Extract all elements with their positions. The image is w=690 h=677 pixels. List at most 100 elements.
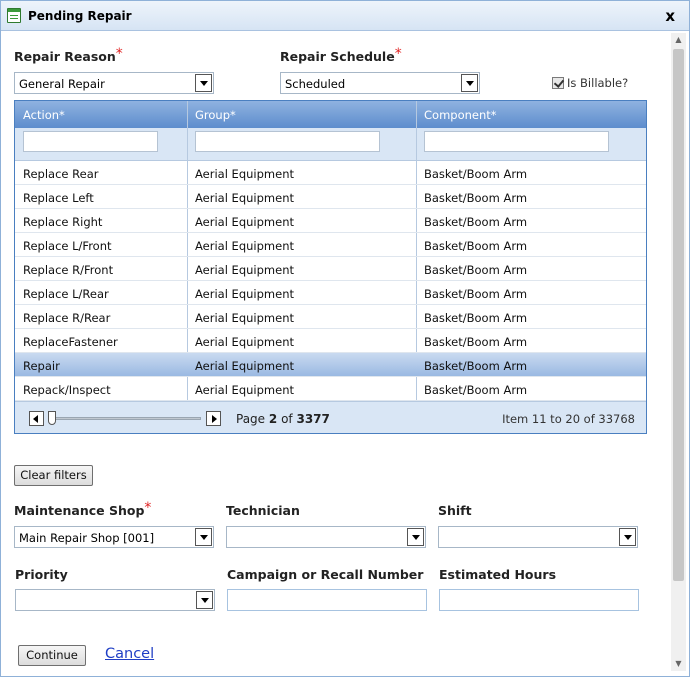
- maintenance-shop-select[interactable]: Main Repair Shop [001]: [14, 526, 214, 548]
- is-billable-checkbox[interactable]: [552, 77, 564, 89]
- form-icon: [7, 8, 21, 23]
- grid-pager: Page 2 of 3377 Item 11 to 20 of 33768: [15, 401, 646, 433]
- grid-header: Action* Group* Component*: [15, 101, 646, 128]
- cell-component: Basket/Boom Arm: [424, 167, 528, 181]
- cell-component: Basket/Boom Arm: [424, 287, 528, 301]
- chevron-down-icon[interactable]: [195, 74, 212, 92]
- table-row[interactable]: Replace Left Aerial Equipment Basket/Boom …: [15, 185, 646, 209]
- cell-action: Repack/Inspect: [23, 383, 111, 397]
- shift-label: Shift: [438, 503, 472, 518]
- repair-schedule-select[interactable]: Scheduled: [280, 72, 480, 94]
- filter-row: [15, 128, 646, 161]
- technician-label: Technician: [226, 503, 300, 518]
- scroll-down-icon[interactable]: ▼: [671, 657, 686, 671]
- cell-action: Replace L/Front: [23, 239, 112, 253]
- table-row[interactable]: Repair Aerial Equipment Basket/Boom Arm: [15, 353, 646, 377]
- cell-component: Basket/Boom Arm: [424, 359, 528, 373]
- column-header-component[interactable]: Component*: [424, 108, 497, 122]
- cell-component: Basket/Boom Arm: [424, 239, 528, 253]
- table-row[interactable]: Repack/Inspect Aerial Equipment Basket/Boo…: [15, 377, 646, 401]
- cell-group: Aerial Equipment: [195, 335, 294, 349]
- chevron-down-icon[interactable]: [461, 74, 478, 92]
- total-pages: 3377: [296, 412, 330, 426]
- cell-component: Basket/Boom Arm: [424, 311, 528, 325]
- cell-group: Aerial Equipment: [195, 263, 294, 277]
- cell-action: Replace Left: [23, 191, 94, 205]
- table-row[interactable]: Replace R/Front Aerial Equipment Basket/Bo…: [15, 257, 646, 281]
- estimated-hours-input[interactable]: [439, 589, 639, 611]
- cell-component: Basket/Boom Arm: [424, 215, 528, 229]
- campaign-input[interactable]: [227, 589, 427, 611]
- chevron-down-icon[interactable]: [407, 528, 424, 546]
- chevron-down-icon[interactable]: [619, 528, 636, 546]
- item-range: Item 11 to 20 of 33768: [502, 412, 635, 426]
- column-header-action[interactable]: Action*: [23, 108, 65, 122]
- title-bar: Pending Repair x: [1, 1, 689, 31]
- previous-page-icon[interactable]: [29, 411, 44, 426]
- cell-group: Aerial Equipment: [195, 239, 294, 253]
- required-marker: *: [115, 46, 123, 62]
- priority-label: Priority: [15, 567, 68, 582]
- cell-action: Repair: [23, 359, 60, 373]
- column-header-group[interactable]: Group*: [195, 108, 236, 122]
- clear-filters-button[interactable]: Clear filters: [14, 465, 93, 486]
- vertical-scrollbar[interactable]: ▲ ▼: [671, 33, 686, 671]
- page-slider-thumb[interactable]: [48, 411, 56, 425]
- campaign-label: Campaign or Recall Number: [227, 567, 424, 582]
- table-row[interactable]: Replace L/Rear Aerial Equipment Basket/Boo…: [15, 281, 646, 305]
- table-row[interactable]: Replace R/Rear Aerial Equipment Basket/Boo…: [15, 305, 646, 329]
- page-slider-track[interactable]: [49, 417, 201, 420]
- page-indicator: Page 2 of 3377: [236, 412, 330, 426]
- cell-group: Aerial Equipment: [195, 311, 294, 325]
- cell-action: Replace Right: [23, 215, 103, 229]
- component-filter-input[interactable]: [424, 131, 609, 152]
- cell-action: ReplaceFastener: [23, 335, 118, 349]
- required-marker: *: [144, 500, 152, 516]
- cell-action: Replace Rear: [23, 167, 99, 181]
- table-row[interactable]: Replace Rear Aerial Equipment Basket/Boom …: [15, 161, 646, 185]
- cell-component: Basket/Boom Arm: [424, 263, 528, 277]
- close-button[interactable]: x: [665, 7, 675, 25]
- cancel-link[interactable]: Cancel: [105, 646, 154, 662]
- estimated-hours-label: Estimated Hours: [439, 567, 557, 582]
- cell-action: Replace R/Rear: [23, 311, 111, 325]
- next-page-icon[interactable]: [206, 411, 221, 426]
- cell-group: Aerial Equipment: [195, 167, 294, 181]
- cell-component: Basket/Boom Arm: [424, 383, 528, 397]
- cell-group: Aerial Equipment: [195, 215, 294, 229]
- table-row[interactable]: Replace Right Aerial Equipment Basket/Boom…: [15, 209, 646, 233]
- current-page: 2: [268, 412, 278, 426]
- repair-reason-value: General Repair: [19, 77, 105, 91]
- pending-repair-dialog: Pending Repair x ▲ ▼ Repair Reason* Gene…: [0, 0, 690, 677]
- required-marker: *: [394, 46, 402, 62]
- table-row[interactable]: ReplaceFastener Aerial Equipment Basket/Bo…: [15, 329, 646, 353]
- cell-group: Aerial Equipment: [195, 287, 294, 301]
- repair-reason-select[interactable]: General Repair: [14, 72, 214, 94]
- cell-action: Replace L/Rear: [23, 287, 109, 301]
- cell-group: Aerial Equipment: [195, 191, 294, 205]
- cell-component: Basket/Boom Arm: [424, 335, 528, 349]
- repair-grid: Action* Group* Component* Replace Rear Ae…: [14, 100, 647, 434]
- cell-group: Aerial Equipment: [195, 359, 294, 373]
- priority-select[interactable]: [15, 589, 215, 611]
- chevron-down-icon[interactable]: [196, 591, 213, 609]
- repair-reason-label: Repair Reason*: [14, 46, 123, 65]
- maintenance-shop-label-text: Maintenance Shop: [14, 503, 145, 518]
- scroll-up-icon[interactable]: ▲: [671, 33, 686, 47]
- cell-component: Basket/Boom Arm: [424, 191, 528, 205]
- repair-schedule-label-text: Repair Schedule: [280, 49, 395, 64]
- repair-reason-label-text: Repair Reason: [14, 49, 116, 64]
- group-filter-input[interactable]: [195, 131, 380, 152]
- chevron-down-icon[interactable]: [195, 528, 212, 546]
- repair-schedule-value: Scheduled: [285, 77, 346, 91]
- action-filter-input[interactable]: [23, 131, 158, 152]
- repair-schedule-label: Repair Schedule*: [280, 46, 402, 65]
- maintenance-shop-label: Maintenance Shop*: [14, 500, 152, 519]
- is-billable-label: Is Billable?: [567, 76, 629, 90]
- shift-select[interactable]: [438, 526, 638, 548]
- technician-select[interactable]: [226, 526, 426, 548]
- scroll-thumb[interactable]: [673, 49, 684, 581]
- maintenance-shop-value: Main Repair Shop [001]: [19, 531, 155, 545]
- continue-button[interactable]: Continue: [18, 645, 86, 666]
- table-row[interactable]: Replace L/Front Aerial Equipment Basket/Bo…: [15, 233, 646, 257]
